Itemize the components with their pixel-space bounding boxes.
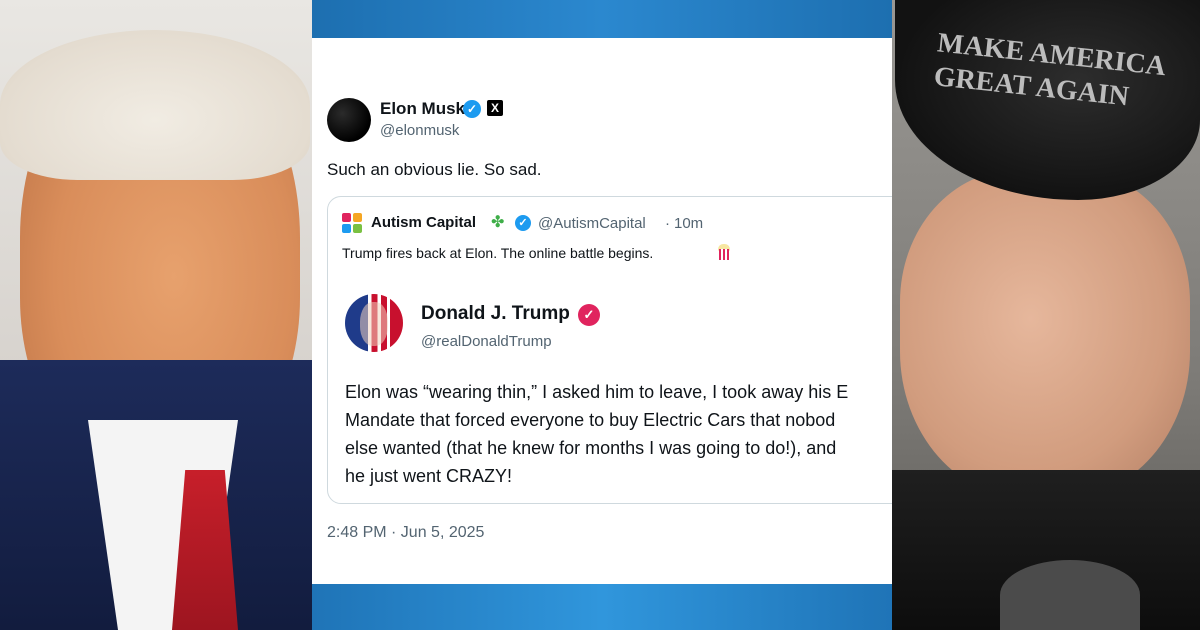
- embedded-line-2: Mandate that forced everyone to buy Elec…: [345, 410, 836, 430]
- embedded-post-body: Elon was “wearing thin,” I asked him to …: [345, 378, 892, 490]
- musk-shirt: [1000, 560, 1140, 630]
- clover-icon: ✤: [491, 214, 505, 231]
- quote-text: Trump fires back at Elon. The online bat…: [342, 245, 654, 261]
- separator-dot: ·: [665, 215, 670, 232]
- embedded-line-1: Elon was “wearing thin,” I asked him to …: [345, 382, 849, 402]
- tweet-card: Elon Musk ✓ X @elonmusk Such an obvious …: [312, 38, 892, 584]
- embedded-author-handle[interactable]: @realDonaldTrump: [421, 333, 552, 350]
- quote-time[interactable]: 10m: [674, 215, 703, 232]
- trump-hair: [0, 30, 310, 180]
- tweet-text: Such an obvious lie. So sad.: [327, 160, 542, 179]
- author-name[interactable]: Elon Musk: [380, 99, 465, 119]
- quoted-post[interactable]: Autism Capital ✤ ✓ @AutismCapital · 10m …: [327, 196, 892, 504]
- popcorn-icon: [717, 243, 731, 261]
- embedded-line-3: else wanted (that he knew for months I w…: [345, 438, 837, 458]
- verified-icon: ✓: [578, 304, 600, 326]
- top-band: [312, 0, 892, 38]
- quote-avatar[interactable]: [342, 213, 364, 235]
- musk-face: [900, 170, 1190, 500]
- author-avatar[interactable]: [327, 98, 371, 142]
- verified-icon: ✓: [515, 215, 531, 231]
- left-photo: [0, 0, 312, 630]
- post-timestamp[interactable]: 2:48 PM · Jun 5, 2025: [327, 524, 484, 542]
- bottom-band: [312, 584, 892, 630]
- quote-author-handle[interactable]: @AutismCapital: [538, 215, 646, 232]
- verified-icon: ✓: [463, 100, 481, 118]
- author-handle[interactable]: @elonmusk: [380, 122, 459, 139]
- embedded-avatar[interactable]: [345, 294, 403, 352]
- embedded-author-name[interactable]: Donald J. Trump: [421, 303, 570, 325]
- embedded-line-4: he just went CRAZY!: [345, 466, 513, 486]
- x-logo-icon: X: [487, 100, 503, 116]
- quote-author-name[interactable]: Autism Capital: [371, 214, 476, 231]
